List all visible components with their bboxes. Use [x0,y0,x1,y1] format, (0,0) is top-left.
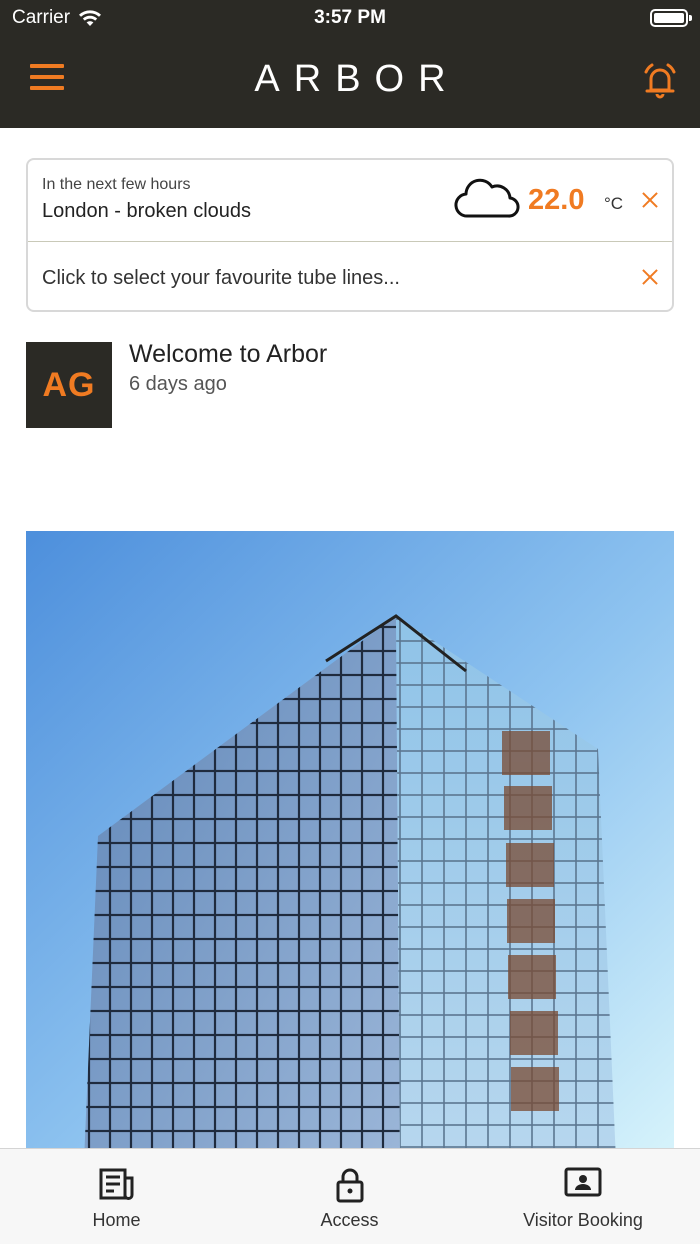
dismiss-tube-button[interactable] [639,266,661,288]
feed-item[interactable]: AG Welcome to Arbor 6 days ago [26,340,674,430]
lock-icon [336,1168,363,1203]
post-timestamp: 6 days ago [129,373,227,395]
post-title: Welcome to Arbor [129,340,328,368]
newspaper-icon [99,1168,133,1200]
tube-lines-selector[interactable]: Click to select your favourite tube line… [28,243,672,312]
building-photo [26,531,674,1151]
weather-subtitle: In the next few hours [42,176,191,193]
tab-home[interactable]: Home [0,1149,233,1244]
id-card-icon [564,1167,602,1197]
brand-title: ARBOR [254,58,460,100]
cloud-icon [454,178,520,218]
tab-bar: Home Access Visitor Booking [0,1148,700,1244]
notifications-button[interactable] [640,60,680,100]
temperature-unit: °C [604,194,624,213]
battery-icon [650,9,692,27]
status-time: 3:57 PM [314,7,386,28]
post-image[interactable] [26,531,674,1151]
tab-home-label: Home [92,1210,141,1230]
status-bar: Carrier 3:57 PM [0,0,700,36]
weather-condition: broken clouds [126,200,252,222]
weather-panel: In the next few hours London - broken cl… [28,160,672,242]
info-card: In the next few hours London - broken cl… [26,158,674,312]
weather-location-line: London - broken clouds [42,200,251,223]
avatar: AG [26,342,112,428]
temperature-value: 22.0 [528,184,585,216]
tab-visitor-booking[interactable]: Visitor Booking [466,1149,700,1244]
alarm-bell-icon [644,63,676,99]
tab-access-label: Access [320,1210,379,1230]
tube-lines-prompt: Click to select your favourite tube line… [42,267,400,289]
dismiss-weather-button[interactable] [639,189,661,211]
tab-visitor-booking-label: Visitor Booking [523,1210,643,1230]
weather-location: London - [42,200,121,222]
app-header: Carrier 3:57 PM ARBOR [0,0,700,128]
tab-access[interactable]: Access [233,1149,466,1244]
